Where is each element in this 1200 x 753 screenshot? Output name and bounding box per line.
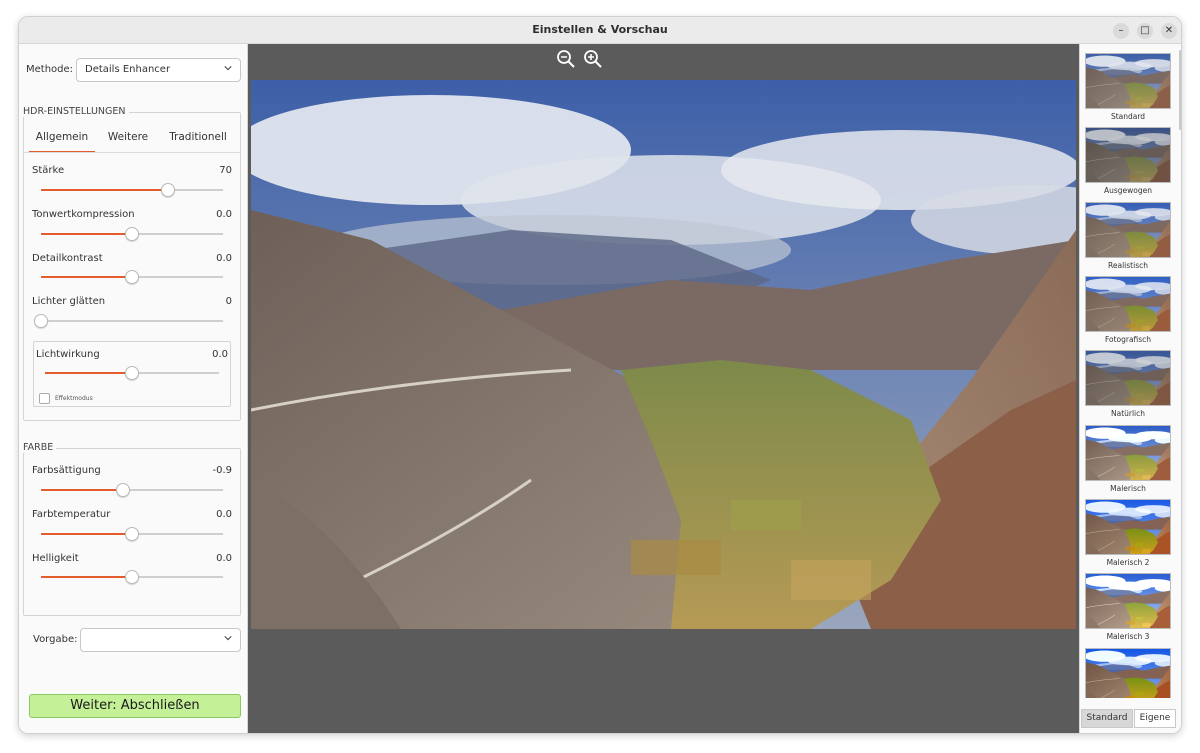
chevron-down-icon xyxy=(224,66,232,71)
slider-handle[interactable] xyxy=(125,570,139,584)
tonwertkompression-value: 0.0 xyxy=(216,209,232,220)
slider-handle[interactable] xyxy=(34,314,48,328)
slider-handle[interactable] xyxy=(125,270,139,284)
tab-allgemein[interactable]: Allgemein xyxy=(29,131,95,153)
preset-caption: Ausgewogen xyxy=(1103,186,1153,195)
app-window: Einstellen & Vorschau – □ ✕ Methode: Det… xyxy=(18,16,1182,734)
preset-tab-standard[interactable]: Standard xyxy=(1081,709,1133,728)
preset-thumb-realistisch[interactable] xyxy=(1085,202,1171,258)
effektmodus-checkbox[interactable] xyxy=(39,393,50,404)
preset-thumbnail-list: Standard Ausgewogen Realistisch Fotograf… xyxy=(1080,44,1181,698)
presets-panel: Standard Ausgewogen Realistisch Fotograf… xyxy=(1079,44,1181,733)
slider-handle[interactable] xyxy=(125,366,139,380)
helligkeit-slider[interactable] xyxy=(41,570,223,584)
detailkontrast-value: 0.0 xyxy=(216,253,232,264)
method-dropdown[interactable]: Details Enhancer xyxy=(76,58,241,82)
preset-caption: Realistisch xyxy=(1108,261,1148,270)
tab-divider xyxy=(24,152,240,153)
lichtwirkung-label: Lichtwirkung xyxy=(36,349,100,360)
preset-caption: Malerisch 2 xyxy=(1106,558,1150,567)
preset-label: Vorgabe: xyxy=(33,634,78,645)
slider-fill xyxy=(41,489,123,491)
minimize-icon[interactable]: – xyxy=(1113,23,1129,39)
farbsaettigung-label: Farbsättigung xyxy=(32,465,101,476)
preset-caption: Malerisch xyxy=(1110,484,1146,493)
zoom-out-icon[interactable] xyxy=(556,49,576,69)
detailkontrast-label: Detailkontrast xyxy=(32,253,103,264)
staerke-value: 70 xyxy=(219,165,232,176)
effektmodus-label: Effektmodus xyxy=(55,395,93,402)
title-bar: Einstellen & Vorschau – □ ✕ xyxy=(19,17,1181,44)
lichter-glaetten-label: Lichter glätten xyxy=(32,296,106,307)
slider-fill xyxy=(41,233,132,235)
preset-caption: Malerisch 3 xyxy=(1106,632,1150,641)
slider-fill xyxy=(41,276,132,278)
window-title: Einstellen & Vorschau xyxy=(532,23,668,36)
detailkontrast-slider[interactable] xyxy=(41,270,223,284)
slider-fill xyxy=(41,533,132,535)
farbsaettigung-value: -0.9 xyxy=(212,465,232,476)
slider-handle[interactable] xyxy=(115,483,130,497)
helligkeit-value: 0.0 xyxy=(216,553,232,564)
maximize-icon[interactable]: □ xyxy=(1137,23,1153,39)
preset-caption: Standard xyxy=(1110,112,1146,121)
staerke-slider[interactable] xyxy=(41,183,223,197)
tab-weitere[interactable]: Weitere xyxy=(103,131,153,153)
preset-thumb-more[interactable] xyxy=(1085,648,1171,698)
preset-thumb-ausgewogen[interactable] xyxy=(1085,127,1171,183)
preset-thumb-malerisch[interactable] xyxy=(1085,425,1171,481)
method-label: Methode: xyxy=(26,64,74,75)
farbsaettigung-slider[interactable] xyxy=(41,483,223,497)
slider-fill xyxy=(41,189,169,191)
settings-panel: Methode: Details Enhancer HDR-EINSTELLUN… xyxy=(19,44,248,733)
tonwertkompression-slider[interactable] xyxy=(41,227,223,241)
next-finish-button[interactable]: Weiter: Abschließen xyxy=(29,694,241,718)
slider-fill xyxy=(41,576,132,578)
preview-area xyxy=(248,44,1079,733)
lichtwirkung-value: 0.0 xyxy=(212,349,228,360)
farbtemperatur-label: Farbtemperatur xyxy=(32,509,111,520)
lichter-glaetten-value: 0 xyxy=(225,296,232,307)
preset-thumb-natuerlich[interactable] xyxy=(1085,350,1171,406)
preset-thumb-malerisch-3[interactable] xyxy=(1085,573,1171,629)
preset-thumb-malerisch-2[interactable] xyxy=(1085,499,1171,555)
chevron-down-icon xyxy=(224,636,232,641)
farbtemperatur-value: 0.0 xyxy=(216,509,232,520)
staerke-label: Stärke xyxy=(32,165,65,176)
hdr-settings-title: HDR-EINSTELLUNGEN xyxy=(23,106,129,117)
preset-caption: Fotografisch xyxy=(1104,335,1152,344)
zoom-in-icon[interactable] xyxy=(583,49,603,69)
lichter-glaetten-slider[interactable] xyxy=(34,314,223,328)
close-icon[interactable]: ✕ xyxy=(1161,23,1177,39)
color-settings-title: FARBE xyxy=(23,442,57,453)
slider-handle[interactable] xyxy=(125,227,139,241)
preset-thumb-fotografisch[interactable] xyxy=(1085,276,1171,332)
tonwertkompression-label: Tonwertkompression xyxy=(32,209,135,220)
preset-thumb-standard[interactable] xyxy=(1085,53,1171,109)
preset-tab-eigene[interactable]: Eigene xyxy=(1134,709,1176,728)
preset-dropdown[interactable] xyxy=(80,628,241,652)
scrollbar[interactable] xyxy=(1179,50,1181,130)
hdr-preview-image xyxy=(251,80,1076,629)
preset-caption: Natürlich xyxy=(1110,409,1146,418)
method-value: Details Enhancer xyxy=(85,64,171,75)
farbtemperatur-slider[interactable] xyxy=(41,527,223,541)
helligkeit-label: Helligkeit xyxy=(32,553,79,564)
tab-traditionell[interactable]: Traditionell xyxy=(163,131,233,153)
lichtwirkung-slider[interactable] xyxy=(45,366,219,380)
slider-fill xyxy=(45,372,132,374)
slider-handle[interactable] xyxy=(125,527,139,541)
